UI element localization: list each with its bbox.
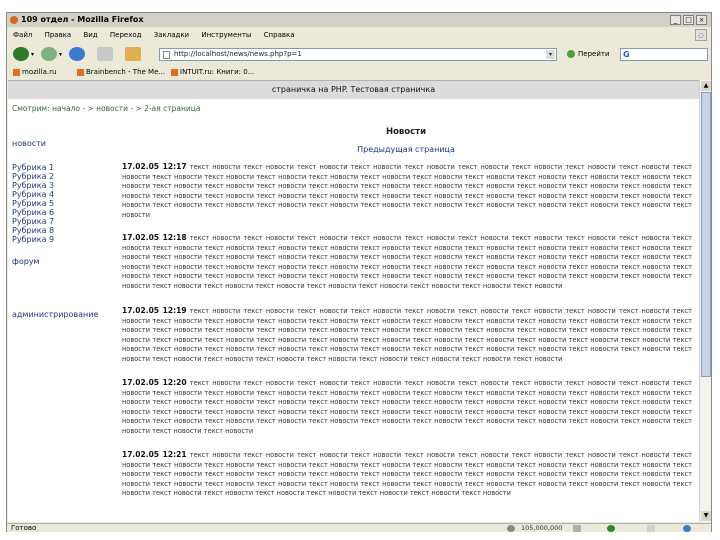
bookmark-label: mozilla.ru	[22, 68, 57, 76]
sidebar-rubric-3[interactable]: Рубрика 3	[12, 181, 54, 190]
prev-page-link[interactable]: Предыдущая страница	[116, 145, 696, 154]
status-nav-icon[interactable]	[573, 525, 581, 532]
search-input[interactable]: G	[620, 48, 708, 61]
bookmark-item[interactable]: mozilla.ru	[13, 66, 56, 79]
address-url: http://localhost/news/news.php?p=1	[174, 50, 302, 58]
bookmark-item[interactable]: INTUIT.ru: Книги: 0...	[171, 66, 254, 79]
news-item: 17.02.05 12:19 текст новости текст новос…	[122, 306, 692, 365]
news-date: 17.02.05 12:17	[122, 162, 187, 171]
news-text: текст новости текст новости текст новост…	[122, 451, 692, 498]
title-bar: 109 отдел - Mozilla Firefox _ □ ×	[7, 13, 711, 27]
bookmark-item[interactable]: Brainbench - The Me...	[77, 66, 165, 79]
search-engine-icon[interactable]: G	[623, 50, 630, 59]
scroll-up-icon[interactable]: ▲	[701, 81, 711, 91]
weather-icon	[647, 525, 655, 532]
menu-help[interactable]: Справка	[264, 31, 295, 39]
bookmark-icon	[13, 68, 20, 76]
status-text: Готово	[11, 524, 37, 532]
news-heading: Новости	[385, 127, 427, 137]
browser-window: 109 отдел - Mozilla Firefox _ □ × Файл П…	[6, 12, 712, 532]
bookmark-icon	[77, 68, 84, 76]
page-icon	[163, 51, 170, 59]
address-dropdown-icon[interactable]: ▾	[546, 50, 555, 59]
news-date: 17.02.05 12:20	[122, 378, 187, 387]
scroll-thumb[interactable]	[701, 92, 711, 377]
back-dropdown-icon[interactable]: ▾	[31, 51, 34, 58]
status-bar: Готово 105,000,000	[7, 523, 711, 532]
menu-go[interactable]: Переход	[110, 31, 142, 39]
minimize-button[interactable]: _	[670, 15, 681, 25]
menu-tools[interactable]: Инструменты	[201, 31, 251, 39]
bookmark-icon	[171, 68, 178, 76]
news-main: Новости Предыдущая страница 17.02.05 12:…	[116, 121, 696, 521]
sidebar-rubric-6[interactable]: Рубрика 6	[12, 208, 54, 217]
vertical-scrollbar[interactable]: ▲ ▼	[699, 80, 711, 522]
menu-edit[interactable]: Правка	[45, 31, 72, 39]
sidebar-rubric-7[interactable]: Рубрика 7	[12, 217, 54, 226]
sidebar-rubric-9[interactable]: Рубрика 9	[12, 235, 54, 244]
breadcrumb: Смотрим: начало - > новости - > 2-ая стр…	[12, 104, 200, 113]
page-header: страничка на PHP. Тестовая страничка	[8, 81, 699, 99]
scroll-down-icon[interactable]: ▼	[701, 511, 711, 521]
page-viewport: страничка на PHP. Тестовая страничка Смо…	[8, 80, 699, 522]
sidebar-rubric-1[interactable]: Рубрика 1	[12, 163, 54, 172]
sidebar-rubric-8[interactable]: Рубрика 8	[12, 226, 54, 235]
sidebar-forum-link[interactable]: форум	[12, 257, 40, 266]
status-info: 105,000,000	[521, 524, 563, 532]
news-text: текст новости текст новости текст новост…	[122, 379, 692, 435]
menu-file[interactable]: Файл	[13, 31, 32, 39]
go-icon	[567, 50, 575, 58]
news-item: 17.02.05 12:21 текст новости текст новос…	[122, 450, 692, 499]
news-text: текст новости текст новости текст новост…	[122, 234, 692, 290]
sidebar-rubric-4[interactable]: Рубрика 4	[12, 190, 54, 199]
news-text: текст новости текст новости текст новост…	[122, 163, 692, 219]
bookmark-label: Brainbench - The Me...	[86, 68, 166, 76]
sidebar-rubric-5[interactable]: Рубрика 5	[12, 199, 54, 208]
breadcrumb-label: Смотрим:	[12, 104, 50, 113]
sidebar: новости Рубрика 1 Рубрика 2 Рубрика 3 Ру…	[8, 121, 110, 521]
bookmarks-toolbar: mozilla.ru Brainbench - The Me... INTUIT…	[7, 66, 711, 79]
go-button[interactable]: Перейти	[567, 48, 610, 60]
stop-icon[interactable]	[97, 47, 113, 61]
menu-bar: Файл Правка Вид Переход Закладки Инструм…	[7, 29, 711, 42]
forward-arrow-icon[interactable]	[41, 47, 57, 61]
window-title: 109 отдел - Mozilla Firefox	[21, 15, 144, 24]
news-date: 17.02.05 12:19	[122, 306, 187, 315]
address-bar[interactable]: http://localhost/news/news.php?p=1 ▾	[159, 48, 557, 61]
news-text: текст новости текст новости текст новост…	[122, 307, 692, 363]
window-controls: _ □ ×	[670, 15, 707, 25]
go-label: Перейти	[578, 50, 610, 58]
sidebar-rubric-2[interactable]: Рубрика 2	[12, 172, 54, 181]
status-ok-icon	[607, 525, 615, 532]
news-item: 17.02.05 12:20 текст новости текст новос…	[122, 378, 692, 437]
back-arrow-icon[interactable]	[13, 47, 29, 61]
forward-dropdown-icon[interactable]: ▾	[59, 51, 62, 58]
menu-view[interactable]: Вид	[83, 31, 97, 39]
sidebar-news-link[interactable]: новости	[12, 139, 46, 148]
throbber-icon: ◌	[695, 29, 707, 41]
reload-icon[interactable]	[69, 47, 85, 61]
breadcrumb-path[interactable]: начало - > новости - > 2-ая страница	[52, 104, 200, 113]
sync-icon	[683, 525, 691, 532]
bookmark-label: INTUIT.ru: Книги: 0...	[180, 68, 255, 76]
close-button[interactable]: ×	[696, 15, 707, 25]
news-date: 17.02.05 12:21	[122, 450, 187, 459]
news-item: 17.02.05 12:18 текст новости текст новос…	[122, 233, 692, 292]
maximize-button[interactable]: □	[683, 15, 694, 25]
menu-bookmarks[interactable]: Закладки	[154, 31, 189, 39]
nav-toolbar: ▾ ▾ http://localhost/news/news.php?p=1 ▾…	[7, 43, 711, 65]
sidebar-admin-link[interactable]: администрирование	[12, 310, 98, 319]
news-date: 17.02.05 12:18	[122, 233, 187, 242]
news-item: 17.02.05 12:17 текст новости текст новос…	[122, 162, 692, 221]
web-developer-icon[interactable]	[507, 525, 515, 532]
firefox-icon	[10, 16, 18, 24]
home-icon[interactable]	[125, 47, 141, 61]
